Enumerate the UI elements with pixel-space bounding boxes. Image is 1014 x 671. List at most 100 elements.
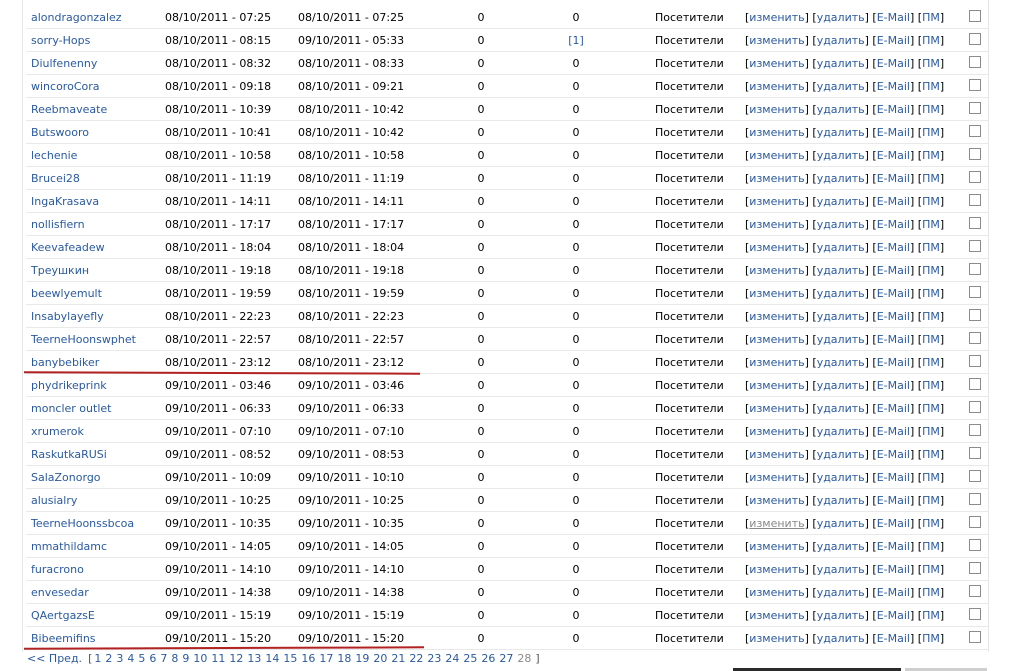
email-link[interactable]: E-Mail bbox=[877, 172, 910, 185]
delete-link[interactable]: удалить bbox=[817, 34, 865, 47]
select-checkbox[interactable] bbox=[969, 309, 981, 321]
email-link[interactable]: E-Mail bbox=[877, 540, 910, 553]
username-link[interactable]: envesedar bbox=[31, 586, 89, 599]
page-link[interactable]: 20 bbox=[373, 652, 387, 665]
edit-link[interactable]: изменить bbox=[749, 494, 804, 507]
edit-link[interactable]: изменить bbox=[749, 586, 804, 599]
delete-link[interactable]: удалить bbox=[817, 540, 865, 553]
edit-link[interactable]: изменить bbox=[749, 287, 804, 300]
username-link[interactable]: Diulfenenny bbox=[31, 57, 97, 70]
pm-link[interactable]: ПМ bbox=[922, 494, 940, 507]
select-checkbox[interactable] bbox=[969, 539, 981, 551]
email-link[interactable]: E-Mail bbox=[877, 11, 910, 24]
page-link[interactable]: 6 bbox=[149, 652, 156, 665]
edit-link[interactable]: изменить bbox=[749, 149, 804, 162]
page-link[interactable]: 22 bbox=[409, 652, 423, 665]
pm-link[interactable]: ПМ bbox=[922, 356, 940, 369]
select-checkbox[interactable] bbox=[969, 378, 981, 390]
select-checkbox[interactable] bbox=[969, 516, 981, 528]
edit-link[interactable]: изменить bbox=[749, 310, 804, 323]
edit-link[interactable]: изменить bbox=[749, 103, 804, 116]
username-link[interactable]: Insabylayefly bbox=[31, 310, 104, 323]
page-link[interactable]: 27 bbox=[499, 652, 513, 665]
pm-link[interactable]: ПМ bbox=[922, 80, 940, 93]
pm-link[interactable]: ПМ bbox=[922, 563, 940, 576]
delete-link[interactable]: удалить bbox=[817, 632, 865, 645]
pm-link[interactable]: ПМ bbox=[922, 172, 940, 185]
delete-link[interactable]: удалить bbox=[817, 494, 865, 507]
pm-link[interactable]: ПМ bbox=[922, 195, 940, 208]
username-link[interactable]: mmathildamc bbox=[31, 540, 107, 553]
delete-link[interactable]: удалить bbox=[817, 356, 865, 369]
page-link[interactable]: 21 bbox=[391, 652, 405, 665]
email-link[interactable]: E-Mail bbox=[877, 195, 910, 208]
username-link[interactable]: RaskutkaRUSi bbox=[31, 448, 107, 461]
pm-link[interactable]: ПМ bbox=[922, 379, 940, 392]
select-checkbox[interactable] bbox=[969, 171, 981, 183]
edit-link[interactable]: изменить bbox=[749, 172, 804, 185]
email-link[interactable]: E-Mail bbox=[877, 149, 910, 162]
select-checkbox[interactable] bbox=[969, 585, 981, 597]
username-link[interactable]: alusialry bbox=[31, 494, 77, 507]
other-count-link[interactable]: [1] bbox=[568, 34, 584, 47]
page-link[interactable]: 18 bbox=[337, 652, 351, 665]
delete-link[interactable]: удалить bbox=[817, 402, 865, 415]
edit-link[interactable]: изменить bbox=[749, 218, 804, 231]
page-link[interactable]: 5 bbox=[138, 652, 145, 665]
username-link[interactable]: Треушкин bbox=[31, 264, 89, 277]
username-link[interactable]: TeerneHoonswphet bbox=[31, 333, 136, 346]
username-link[interactable]: beewlyemult bbox=[31, 287, 102, 300]
username-link[interactable]: moncler outlet bbox=[31, 402, 111, 415]
delete-link[interactable]: удалить bbox=[817, 517, 865, 530]
edit-link[interactable]: изменить bbox=[749, 241, 804, 254]
pm-link[interactable]: ПМ bbox=[922, 448, 940, 461]
edit-link[interactable]: изменить bbox=[749, 402, 804, 415]
delete-link[interactable]: удалить bbox=[817, 448, 865, 461]
delete-link[interactable]: удалить bbox=[817, 609, 865, 622]
page-link[interactable]: 13 bbox=[247, 652, 261, 665]
pm-link[interactable]: ПМ bbox=[922, 57, 940, 70]
pm-link[interactable]: ПМ bbox=[922, 586, 940, 599]
email-link[interactable]: E-Mail bbox=[877, 609, 910, 622]
pm-link[interactable]: ПМ bbox=[922, 149, 940, 162]
delete-link[interactable]: удалить bbox=[817, 126, 865, 139]
email-link[interactable]: E-Mail bbox=[877, 103, 910, 116]
select-checkbox[interactable] bbox=[969, 217, 981, 229]
edit-link[interactable]: изменить bbox=[749, 540, 804, 553]
edit-link[interactable]: изменить bbox=[749, 57, 804, 70]
email-link[interactable]: E-Mail bbox=[877, 494, 910, 507]
page-link[interactable]: 9 bbox=[182, 652, 189, 665]
email-link[interactable]: E-Mail bbox=[877, 57, 910, 70]
page-link[interactable]: 3 bbox=[116, 652, 123, 665]
username-link[interactable]: TeerneHoonssbcoa bbox=[31, 517, 134, 530]
delete-link[interactable]: удалить bbox=[817, 471, 865, 484]
email-link[interactable]: E-Mail bbox=[877, 425, 910, 438]
select-checkbox[interactable] bbox=[969, 608, 981, 620]
username-link[interactable]: lechenie bbox=[31, 149, 77, 162]
edit-link[interactable]: изменить bbox=[749, 632, 804, 645]
delete-link[interactable]: удалить bbox=[817, 333, 865, 346]
delete-link[interactable]: удалить bbox=[817, 563, 865, 576]
edit-link[interactable]: изменить bbox=[749, 195, 804, 208]
email-link[interactable]: E-Mail bbox=[877, 356, 910, 369]
username-link[interactable]: QAertgazsE bbox=[31, 609, 95, 622]
select-checkbox[interactable] bbox=[969, 33, 981, 45]
prev-page-link[interactable]: << Пред. bbox=[27, 652, 82, 665]
pm-link[interactable]: ПМ bbox=[922, 241, 940, 254]
select-checkbox[interactable] bbox=[969, 286, 981, 298]
page-link[interactable]: 19 bbox=[355, 652, 369, 665]
pm-link[interactable]: ПМ bbox=[922, 310, 940, 323]
email-link[interactable]: E-Mail bbox=[877, 80, 910, 93]
email-link[interactable]: E-Mail bbox=[877, 379, 910, 392]
page-link[interactable]: 24 bbox=[445, 652, 459, 665]
username-link[interactable]: SalaZonorgo bbox=[31, 471, 101, 484]
delete-link[interactable]: удалить bbox=[817, 218, 865, 231]
username-link[interactable]: sorry-Hops bbox=[31, 34, 90, 47]
page-link[interactable]: 12 bbox=[229, 652, 243, 665]
delete-link[interactable]: удалить bbox=[817, 149, 865, 162]
username-link[interactable]: Bibeemifins bbox=[31, 632, 96, 645]
edit-link[interactable]: изменить bbox=[749, 34, 804, 47]
edit-link[interactable]: изменить bbox=[749, 609, 804, 622]
delete-link[interactable]: удалить bbox=[817, 80, 865, 93]
select-checkbox[interactable] bbox=[969, 56, 981, 68]
